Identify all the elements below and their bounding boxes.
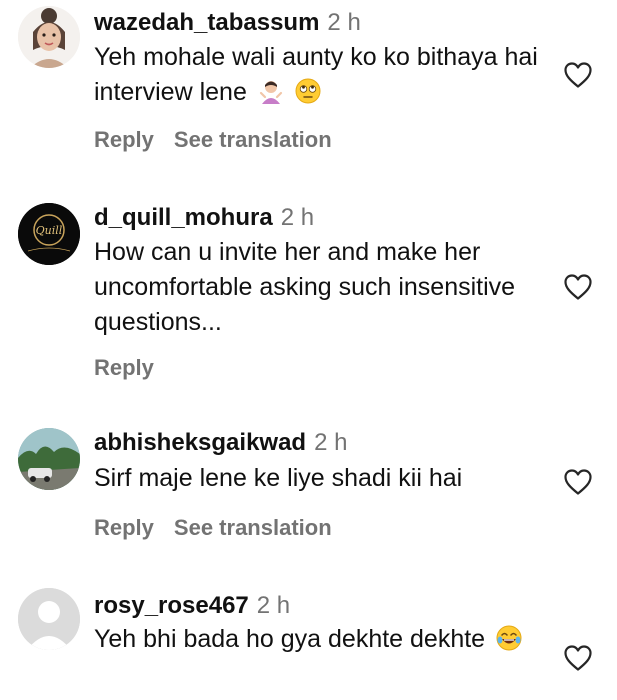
heart-outline-icon[interactable] <box>563 644 593 672</box>
see-translation-button[interactable]: See translation <box>174 515 332 540</box>
comment-item: Quill d_quill_mohura 2 h How can u invite… <box>0 195 617 395</box>
username[interactable]: wazedah_tabassum <box>94 9 319 36</box>
quill-logo-icon: Quill <box>18 203 80 265</box>
comment-body: How can u invite her and make her uncomf… <box>94 238 516 336</box>
comment-header: wazedah_tabassum 2 h <box>94 8 361 38</box>
comment-text: Yeh bhi bada ho gya dekhte dekhte <box>94 622 534 657</box>
eye-roll-emoji <box>295 78 321 104</box>
username[interactable]: rosy_rose467 <box>94 592 249 619</box>
comment-actions: Reply <box>94 355 174 381</box>
comment-body: Yeh bhi bada ho gya dekhte dekhte <box>94 625 486 653</box>
heart-outline-icon[interactable] <box>563 61 593 89</box>
avatar-placeholder-icon <box>18 588 80 650</box>
avatar[interactable] <box>18 6 80 68</box>
comment-text: Yeh mohale wali aunty ko ko bithaya hai … <box>94 40 549 110</box>
comment-header: d_quill_mohura 2 h <box>94 203 314 233</box>
comment-body: Sirf maje lene ke liye shadi kii hai <box>94 464 463 492</box>
comment-actions: Reply See translation <box>94 127 352 153</box>
comment-actions: Reply See translation <box>94 515 352 541</box>
avatar-cartoon-icon <box>18 6 80 68</box>
avatar[interactable] <box>18 428 80 490</box>
avatar-logo-text: Quill <box>36 224 63 237</box>
avatar[interactable]: Quill <box>18 203 80 265</box>
timestamp: 2 h <box>327 9 361 36</box>
timestamp: 2 h <box>314 429 348 456</box>
comment-item: abhisheksgaikwad 2 h Sirf maje lene ke li… <box>0 420 617 570</box>
reply-button[interactable]: Reply <box>94 515 154 540</box>
username[interactable]: abhisheksgaikwad <box>94 429 306 456</box>
timestamp: 2 h <box>256 592 291 619</box>
comment-header: rosy_rose467 2 h <box>94 591 290 621</box>
heart-outline-icon[interactable] <box>563 273 593 301</box>
reply-button[interactable]: Reply <box>94 355 154 380</box>
heart-outline-icon[interactable] <box>563 468 593 496</box>
comment-text: Sirf maje lene ke liye shadi kii hai <box>94 461 549 496</box>
username[interactable]: d_quill_mohura <box>94 204 273 231</box>
comment-item: wazedah_tabassum 2 h Yeh mohale wali aunt… <box>0 0 617 175</box>
comment-text: How can u invite her and make her uncomf… <box>94 235 534 340</box>
comment-header: abhisheksgaikwad 2 h <box>94 428 347 458</box>
avatar[interactable] <box>18 588 80 650</box>
avatar-photo-icon <box>18 428 80 490</box>
person-shrugging-emoji <box>259 81 282 104</box>
tears-of-joy-emoji <box>496 625 522 651</box>
timestamp: 2 h <box>280 204 315 231</box>
reply-button[interactable]: Reply <box>94 127 154 152</box>
see-translation-button[interactable]: See translation <box>174 127 332 152</box>
comment-item: rosy_rose467 2 h Yeh bhi bada ho gya dekh… <box>0 580 617 700</box>
